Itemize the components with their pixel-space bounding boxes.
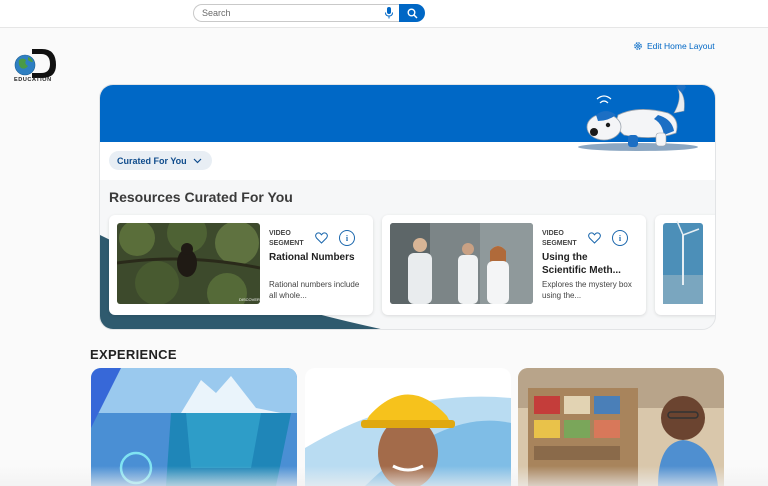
gear-icon [634, 42, 642, 50]
info-button[interactable]: i [339, 230, 355, 246]
experience-card-classroom[interactable] [518, 368, 724, 486]
iceberg-image [91, 368, 297, 486]
curated-dropdown[interactable]: Curated For You [109, 151, 212, 170]
search-input[interactable] [193, 4, 399, 22]
card-description: Explores the mystery box using the... [542, 280, 632, 300]
microphone-icon[interactable] [383, 6, 395, 20]
scientists-lab-thumbnail-image [390, 223, 533, 304]
search-bar [193, 4, 425, 22]
curated-dropdown-label: Curated For You [117, 155, 187, 166]
svg-text:DISCOVERY: DISCOVERY [239, 297, 260, 302]
classroom-teacher-image [518, 368, 724, 486]
curated-panel: Curated For You Resources Curated For Yo… [99, 84, 716, 330]
logo-text: EDUCATION [14, 77, 52, 83]
heart-icon[interactable] [588, 232, 601, 244]
resource-card-partial[interactable] [655, 215, 715, 315]
edit-home-layout-label: Edit Home Layout [647, 41, 715, 51]
engineer-hardhat-image [305, 368, 511, 486]
video-thumbnail[interactable] [390, 223, 533, 304]
heart-icon[interactable] [315, 232, 328, 244]
info-button[interactable]: i [612, 230, 628, 246]
search-button[interactable] [399, 4, 425, 22]
card-description: Rational numbers include all whole... [269, 280, 360, 300]
top-bar [0, 0, 768, 28]
experience-title: EXPERIENCE [90, 347, 177, 362]
experience-card-engineer[interactable] [305, 368, 511, 486]
card-title[interactable]: Rational Numbers [269, 251, 359, 264]
experience-card-iceberg[interactable] [91, 368, 297, 486]
search-icon [407, 8, 418, 19]
robot-dog-illustration [578, 85, 698, 151]
card-type: VIDEO SEGMENT [542, 230, 577, 247]
card-type: VIDEO SEGMENT [269, 230, 304, 247]
section-title: Resources Curated For You [109, 189, 293, 205]
edit-home-layout-link[interactable]: Edit Home Layout [633, 41, 715, 51]
chevron-down-icon [193, 158, 202, 163]
wind-turbine-thumbnail-image [663, 220, 703, 304]
video-thumbnail[interactable]: DISCOVERY [117, 223, 260, 304]
card-title[interactable]: Using the Scientific Meth... [542, 251, 632, 277]
resource-card[interactable]: DISCOVERY VIDEO SEGMENT Rational Numbers… [109, 215, 373, 315]
chimpanzee-thumbnail-image: DISCOVERY [117, 223, 260, 304]
resource-card[interactable]: VIDEO SEGMENT Using the Scientific Meth.… [382, 215, 646, 315]
